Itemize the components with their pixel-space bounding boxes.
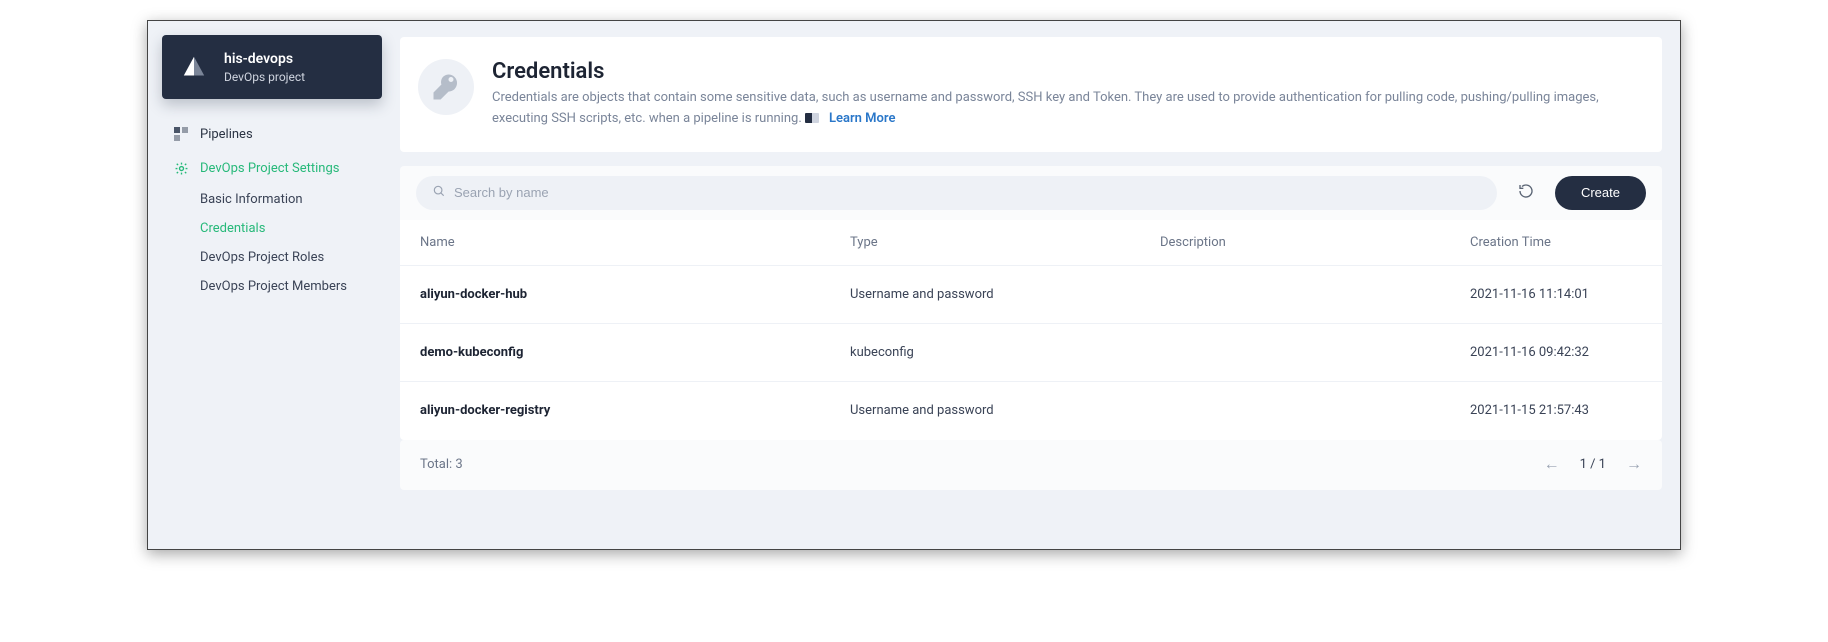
next-page-button[interactable]: → — [1626, 456, 1642, 474]
table-row[interactable]: aliyun-docker-registryUsername and passw… — [400, 382, 1662, 440]
sidebar-item-label: DevOps Project Settings — [200, 161, 339, 176]
credentials-table: Name Type Description Creation Time aliy… — [400, 220, 1662, 440]
pager: ← 1 / 1 → — [1544, 456, 1642, 474]
th-description: Description — [1160, 235, 1470, 250]
table-footer: Total: 3 ← 1 / 1 → — [400, 440, 1662, 490]
app-frame: his-devops DevOps project Pipelines DevO… — [147, 20, 1681, 550]
arrow-left-icon: ← — [1544, 456, 1560, 473]
toolbar: Create — [400, 166, 1662, 220]
sidebar: his-devops DevOps project Pipelines DevO… — [148, 21, 392, 549]
main: Credentials Credentials are objects that… — [392, 21, 1680, 549]
page-description-text: Credentials are objects that contain som… — [492, 90, 1599, 126]
page-title: Credentials — [492, 59, 1638, 84]
sidebar-item-label: Pipelines — [200, 127, 253, 142]
th-creation-time: Creation Time — [1470, 235, 1642, 250]
cell-type: Username and password — [850, 287, 1160, 302]
learn-more-link[interactable]: Learn More — [829, 111, 895, 126]
table-row[interactable]: demo-kubeconfigkubeconfig 2021-11-16 09:4… — [400, 324, 1662, 382]
table-row[interactable]: aliyun-docker-hubUsername and password 20… — [400, 266, 1662, 324]
sidebar-item-settings[interactable]: DevOps Project Settings — [162, 151, 382, 185]
cell-creation-time: 2021-11-16 09:42:32 — [1470, 345, 1642, 360]
prev-page-button[interactable]: ← — [1544, 456, 1560, 474]
arrow-right-icon: → — [1626, 456, 1642, 473]
sidebar-subitem[interactable]: Basic Information — [200, 185, 382, 214]
sidebar-subnav: Basic InformationCredentialsDevOps Proje… — [162, 185, 382, 301]
page-banner: Credentials Credentials are objects that… — [400, 37, 1662, 152]
table-body: aliyun-docker-hubUsername and password20… — [400, 266, 1662, 440]
sidebar-item-pipelines[interactable]: Pipelines — [162, 117, 382, 151]
refresh-button[interactable] — [1511, 178, 1541, 208]
cell-type: kubeconfig — [850, 345, 1160, 360]
sidebar-subitem[interactable]: DevOps Project Roles — [200, 243, 382, 272]
project-subtitle: DevOps project — [224, 70, 305, 84]
page-description: Credentials are objects that contain som… — [492, 88, 1638, 130]
search-input[interactable] — [454, 185, 1481, 200]
cell-name: aliyun-docker-registry — [420, 403, 850, 418]
pipelines-icon — [172, 125, 190, 143]
th-type: Type — [850, 235, 1160, 250]
page-label: 1 / 1 — [1580, 457, 1606, 472]
th-name: Name — [420, 235, 850, 250]
project-header[interactable]: his-devops DevOps project — [162, 35, 382, 99]
key-icon — [418, 59, 474, 115]
project-header-text: his-devops DevOps project — [224, 50, 305, 84]
search-icon — [432, 183, 446, 202]
cell-creation-time: 2021-11-16 11:14:01 — [1470, 287, 1642, 302]
project-logo-icon — [176, 49, 212, 85]
banner-text: Credentials Credentials are objects that… — [492, 59, 1638, 130]
project-name: his-devops — [224, 50, 305, 68]
sidebar-subitem[interactable]: Credentials — [200, 214, 382, 243]
table-header: Name Type Description Creation Time — [400, 220, 1662, 266]
total-label: Total: 3 — [420, 457, 463, 472]
create-button[interactable]: Create — [1555, 176, 1646, 210]
cell-name: aliyun-docker-hub — [420, 287, 850, 302]
content-card: Create Name Type Description Creation Ti… — [400, 166, 1662, 490]
refresh-icon — [1518, 183, 1534, 202]
search-wrap[interactable] — [416, 176, 1497, 210]
cell-type: Username and password — [850, 403, 1160, 418]
gear-icon — [172, 159, 190, 177]
sidebar-subitem[interactable]: DevOps Project Members — [200, 272, 382, 301]
sidebar-nav: Pipelines DevOps Project Settings — [162, 117, 382, 185]
cell-name: demo-kubeconfig — [420, 345, 850, 360]
cell-creation-time: 2021-11-15 21:57:43 — [1470, 403, 1642, 418]
learn-more-icon — [805, 113, 819, 123]
